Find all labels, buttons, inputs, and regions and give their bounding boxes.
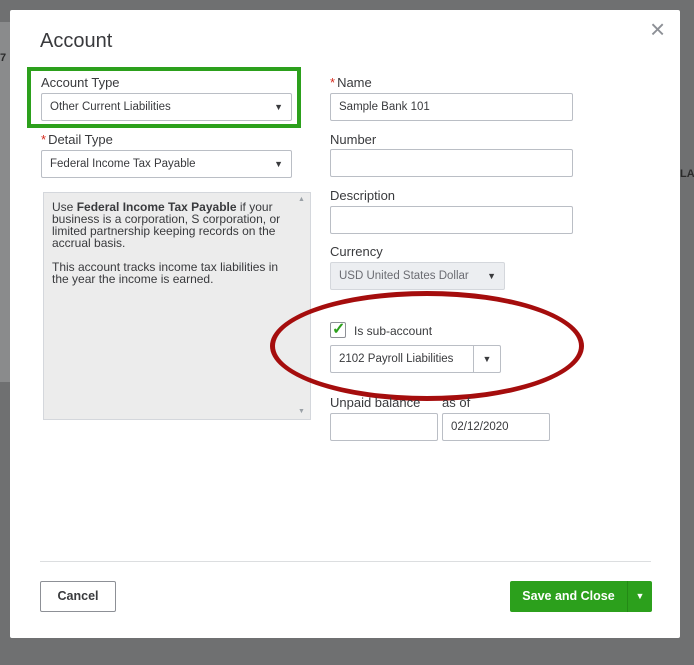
account-dialog: Account × Account Type Other Current Lia…: [10, 10, 680, 638]
dialog-title: Account: [40, 30, 113, 52]
detail-type-description: Use Federal Income Tax Payable if your b…: [43, 192, 311, 420]
check-icon: ✓: [332, 321, 346, 338]
number-label: Number: [330, 132, 377, 147]
unpaid-balance-label: Unpaid balance: [330, 395, 421, 410]
chevron-down-icon: ▼: [274, 102, 283, 112]
detail-type-select[interactable]: Federal Income Tax Payable ▼: [41, 150, 292, 178]
account-type-value: Other Current Liabilities: [50, 101, 171, 113]
detail-type-value: Federal Income Tax Payable: [50, 158, 196, 170]
required-marker: *: [330, 75, 336, 90]
parent-account-select[interactable]: 2102 Payroll Liabilities ▼: [330, 345, 501, 373]
detail-type-label: * Detail Type: [41, 132, 113, 147]
save-and-close-label: Save and Close: [522, 589, 615, 603]
scroll-up-icon[interactable]: ▲: [298, 196, 305, 203]
description-paragraph-1: Use Federal Income Tax Payable if your b…: [52, 200, 281, 250]
background-strip-left: [0, 22, 10, 382]
close-icon[interactable]: ×: [650, 16, 665, 42]
required-marker: *: [41, 132, 47, 147]
account-type-label: Account Type: [41, 75, 120, 90]
background-fragment-left: 7: [0, 52, 7, 64]
description-paragraph-2: This account tracks income tax liabiliti…: [52, 260, 279, 286]
currency-label: Currency: [330, 244, 383, 259]
background-fragment-right: LAN: [680, 168, 694, 180]
chevron-down-icon[interactable]: ▼: [628, 581, 652, 612]
currency-select: USD United States Dollar ▼: [330, 262, 505, 290]
description-field[interactable]: [330, 206, 573, 234]
as-of-label: as of: [442, 395, 471, 410]
footer-divider: [40, 561, 651, 562]
currency-value: USD United States Dollar: [339, 270, 469, 282]
chevron-down-icon[interactable]: ▼: [473, 346, 500, 372]
as-of-date-field[interactable]: 02/12/2020: [442, 413, 550, 441]
name-label: * Name: [330, 75, 372, 90]
account-type-select[interactable]: Other Current Liabilities ▼: [41, 93, 292, 121]
sub-account-checkbox[interactable]: ✓: [330, 321, 346, 338]
parent-account-value: 2102 Payroll Liabilities: [339, 353, 454, 365]
sub-account-label: Is sub-account: [354, 324, 433, 338]
cancel-button[interactable]: Cancel: [40, 581, 116, 612]
unpaid-balance-field[interactable]: [330, 413, 438, 441]
scroll-down-icon[interactable]: ▼: [298, 408, 305, 415]
name-field[interactable]: Sample Bank 101: [330, 93, 573, 121]
save-and-close-button[interactable]: Save and Close ▼: [510, 581, 652, 612]
number-field[interactable]: [330, 149, 573, 177]
description-label: Description: [330, 188, 396, 203]
chevron-down-icon: ▼: [274, 159, 283, 169]
chevron-down-icon: ▼: [487, 271, 496, 281]
